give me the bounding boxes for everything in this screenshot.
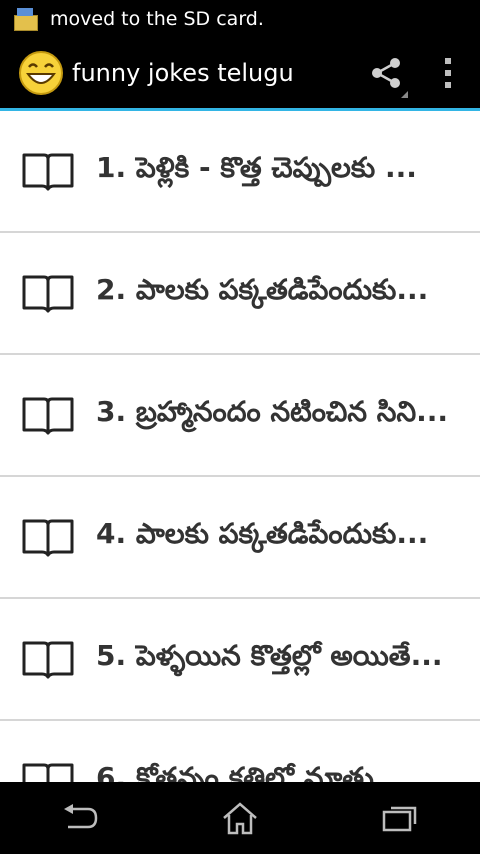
back-icon bbox=[64, 804, 98, 829]
list-item[interactable]: 6. కోతన్నం కతిలో మాతు bbox=[0, 721, 480, 782]
share-dropdown-indicator bbox=[401, 91, 408, 98]
smiley-icon[interactable] bbox=[18, 50, 64, 96]
overflow-menu-button[interactable] bbox=[416, 38, 480, 108]
status-bar: moved to the SD card. bbox=[0, 0, 480, 38]
list-item[interactable]: 2. పాలకు పక్కతడిపేందుకు... bbox=[0, 233, 480, 355]
list-item[interactable]: 3. బ్రహ్మానందం నటించిన సిని... bbox=[0, 355, 480, 477]
home-button[interactable] bbox=[200, 782, 280, 854]
list-item-label: 4. పాలకు పక్కతడిపేందుకు... bbox=[96, 517, 429, 550]
book-icon bbox=[22, 519, 74, 557]
overflow-menu-icon bbox=[445, 58, 451, 88]
list-item-label: 6. కోతన్నం కతిలో మాతు bbox=[96, 761, 374, 782]
book-icon bbox=[22, 641, 74, 679]
list-item-label: 1. పెళ్లికి - కొత్త చెప్పులకు ... bbox=[96, 151, 417, 184]
app-title: funny jokes telugu bbox=[72, 59, 294, 87]
status-notification-text: moved to the SD card. bbox=[50, 8, 264, 30]
book-icon bbox=[22, 397, 74, 435]
action-bar: funny jokes telugu bbox=[0, 38, 480, 108]
share-button[interactable] bbox=[356, 38, 416, 108]
list-item[interactable]: 5. పెళ్ళయిన కొత్తల్లో అయితే... bbox=[0, 599, 480, 721]
book-icon bbox=[22, 153, 74, 191]
list-item[interactable]: 4. పాలకు పక్కతడిపేందుకు... bbox=[0, 477, 480, 599]
share-icon bbox=[372, 58, 400, 88]
list-item[interactable]: 1. పెళ్లికి - కొత్త చెప్పులకు ... bbox=[0, 111, 480, 233]
back-button[interactable] bbox=[40, 782, 120, 854]
recent-apps-button[interactable] bbox=[360, 782, 440, 854]
list-item-label: 5. పెళ్ళయిన కొత్తల్లో అయితే... bbox=[96, 639, 443, 672]
joke-list[interactable]: 1. పెళ్లికి - కొత్త చెప్పులకు ... 2. పాల… bbox=[0, 111, 480, 782]
book-icon bbox=[22, 763, 74, 782]
book-icon bbox=[22, 275, 74, 313]
list-item-label: 2. పాలకు పక్కతడిపేందుకు... bbox=[96, 273, 429, 306]
home-icon bbox=[223, 802, 257, 835]
sd-card-icon bbox=[12, 5, 40, 33]
navigation-bar bbox=[0, 782, 480, 854]
recent-apps-icon bbox=[382, 806, 417, 832]
list-item-label: 3. బ్రహ్మానందం నటించిన సిని... bbox=[96, 395, 449, 428]
